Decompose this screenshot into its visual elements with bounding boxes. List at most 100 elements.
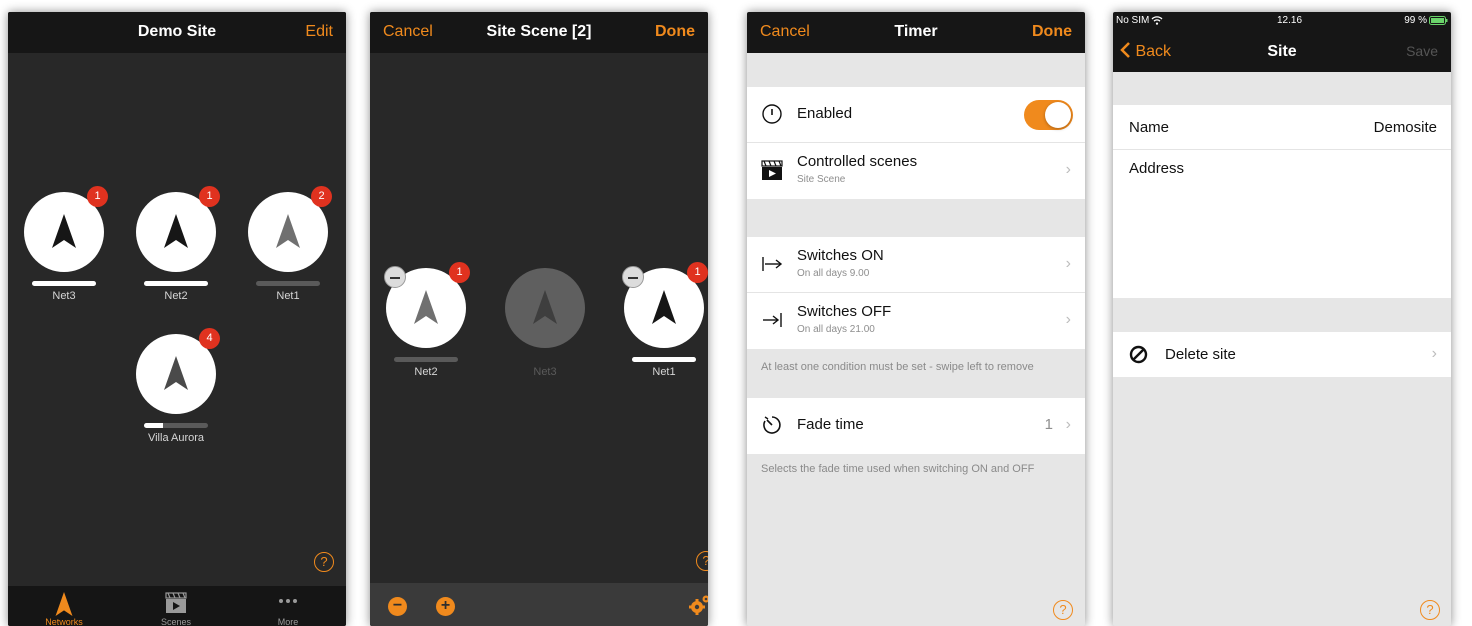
switch-on-icon	[762, 257, 783, 271]
scenes-icon	[165, 592, 187, 613]
decrease-button[interactable]: −	[388, 597, 407, 616]
switches-on-label: Switches ON	[797, 247, 884, 264]
tab-label: Scenes	[160, 617, 192, 626]
navigation-bar: Demo Site Edit	[8, 12, 346, 53]
enabled-toggle[interactable]	[1024, 100, 1073, 130]
network-label: Net2	[414, 366, 438, 378]
network-label: Net3	[52, 290, 76, 302]
fade-group: Fade time 1 ›	[747, 398, 1085, 454]
network-label: Net1	[276, 290, 300, 302]
done-button[interactable]: Done	[1032, 23, 1072, 41]
chevron-right-icon: ›	[1431, 345, 1437, 362]
navigation-bar: Cancel Timer Done	[747, 12, 1085, 53]
remove-network-button[interactable]	[384, 266, 406, 288]
switches-off-label: Switches OFF	[797, 303, 892, 320]
switches-off-value: On all days 21.00	[797, 324, 875, 335]
navigation-bar: Cancel Site Scene [2] Done	[370, 12, 708, 53]
name-label: Name	[1129, 119, 1170, 136]
level-fill	[144, 423, 164, 428]
fade-time-row[interactable]: Fade time 1 ›	[747, 398, 1085, 454]
network-label: Net2	[164, 290, 188, 302]
network-arrow-icon	[652, 290, 676, 324]
controlled-scenes-value: Site Scene	[797, 174, 846, 185]
timer-screen: Cancel Timer Done Enabled Controlled sce…	[747, 12, 1085, 626]
chevron-right-icon: ›	[1065, 161, 1071, 178]
network-arrow-icon	[533, 290, 557, 324]
fade-time-label: Fade time	[797, 416, 864, 433]
network-arrow-icon	[52, 214, 76, 248]
carrier-label: No SIM	[1116, 15, 1150, 26]
network-arrow-icon	[276, 214, 300, 248]
switch-conditions-group: Switches ON On all days 9.00 › Switches …	[747, 237, 1085, 349]
network-label: Net1	[652, 366, 676, 378]
level-bar	[632, 357, 696, 362]
network-arrow-icon	[164, 356, 188, 390]
tab-bar: Networks Scenes More	[8, 586, 346, 626]
level-bar	[256, 281, 320, 286]
battery-percent: 99 %	[1404, 15, 1427, 26]
status-bar: No SIM 12.16 99 %	[1113, 12, 1451, 34]
level-bar	[394, 357, 458, 362]
switches-on-value: On all days 9.00	[797, 268, 870, 279]
chevron-right-icon: ›	[1065, 255, 1071, 272]
site-screen: No SIM 12.16 99 % Back Site Save Name De…	[1113, 12, 1451, 626]
help-icon[interactable]: ?	[314, 552, 334, 572]
name-value[interactable]: Demosite	[1374, 119, 1437, 136]
gears-icon[interactable]	[688, 594, 708, 616]
network-label: Net3	[533, 366, 557, 378]
networks-screen: Demo Site Edit 1 Net3 1 Net2 2 Net1 4 Vi…	[8, 12, 346, 626]
fade-time-value: 1	[1044, 416, 1053, 433]
controlled-scenes-row[interactable]: Controlled scenes Site Scene ›	[747, 143, 1085, 199]
delete-group: Delete site ›	[1113, 332, 1451, 377]
help-icon[interactable]: ?	[1053, 600, 1073, 620]
count-badge: 4	[199, 328, 220, 349]
delete-site-label: Delete site	[1165, 346, 1236, 363]
count-badge: 1	[199, 186, 220, 207]
clock: 12.16	[1277, 15, 1303, 26]
toggle-knob	[1045, 102, 1071, 128]
chevron-right-icon: ›	[1065, 311, 1071, 328]
wifi-icon	[1151, 16, 1163, 25]
name-field[interactable]: Name Demosite	[1113, 105, 1451, 150]
done-button[interactable]: Done	[655, 23, 695, 41]
remove-network-button[interactable]	[622, 266, 644, 288]
controlled-scenes-label: Controlled scenes	[797, 153, 918, 170]
network-arrow-icon	[164, 214, 188, 248]
count-badge: 1	[687, 262, 708, 283]
address-label: Address	[1129, 160, 1185, 177]
tab-label: Networks	[45, 617, 83, 626]
enabled-row[interactable]: Enabled	[747, 87, 1085, 143]
level-bar	[32, 281, 96, 286]
delete-site-row[interactable]: Delete site ›	[1113, 332, 1451, 377]
site-scene-screen: Cancel Site Scene [2] Done 1 Net2 Net3 1…	[370, 12, 708, 626]
tab-label: More	[277, 617, 299, 626]
timer-settings-group: Enabled Controlled scenes Site Scene ›	[747, 87, 1085, 199]
level-bar	[144, 423, 208, 428]
chevron-right-icon: ›	[1065, 416, 1071, 433]
save-button[interactable]: Save	[1406, 43, 1438, 59]
site-info-group: Name Demosite Address	[1113, 105, 1451, 298]
edit-button[interactable]: Edit	[305, 23, 333, 41]
fade-note: Selects the fade time used when switchin…	[761, 463, 1035, 475]
page-title: Site	[1267, 43, 1297, 60]
increase-button[interactable]: +	[436, 597, 455, 616]
navigation-bar: Back Site Save	[1113, 34, 1451, 72]
more-icon	[279, 599, 297, 603]
switch-off-icon	[763, 313, 782, 327]
address-field[interactable]: Address	[1113, 150, 1451, 298]
level-fill	[632, 357, 696, 362]
count-badge: 2	[311, 186, 332, 207]
battery-icon	[1429, 16, 1448, 25]
count-badge: 1	[87, 186, 108, 207]
power-icon	[762, 104, 782, 124]
network-grid	[8, 53, 346, 586]
page-title: Demo Site	[137, 23, 217, 40]
conditions-note: At least one condition must be set - swi…	[761, 361, 1034, 373]
help-icon[interactable]: ?	[1420, 600, 1440, 620]
switches-on-row[interactable]: Switches ON On all days 9.00 ›	[747, 237, 1085, 293]
network-circle[interactable]	[505, 268, 585, 348]
count-badge: 1	[449, 262, 470, 283]
switches-off-row[interactable]: Switches OFF On all days 21.00 ›	[747, 293, 1085, 349]
level-fill	[144, 281, 208, 286]
timer-icon	[763, 416, 781, 434]
